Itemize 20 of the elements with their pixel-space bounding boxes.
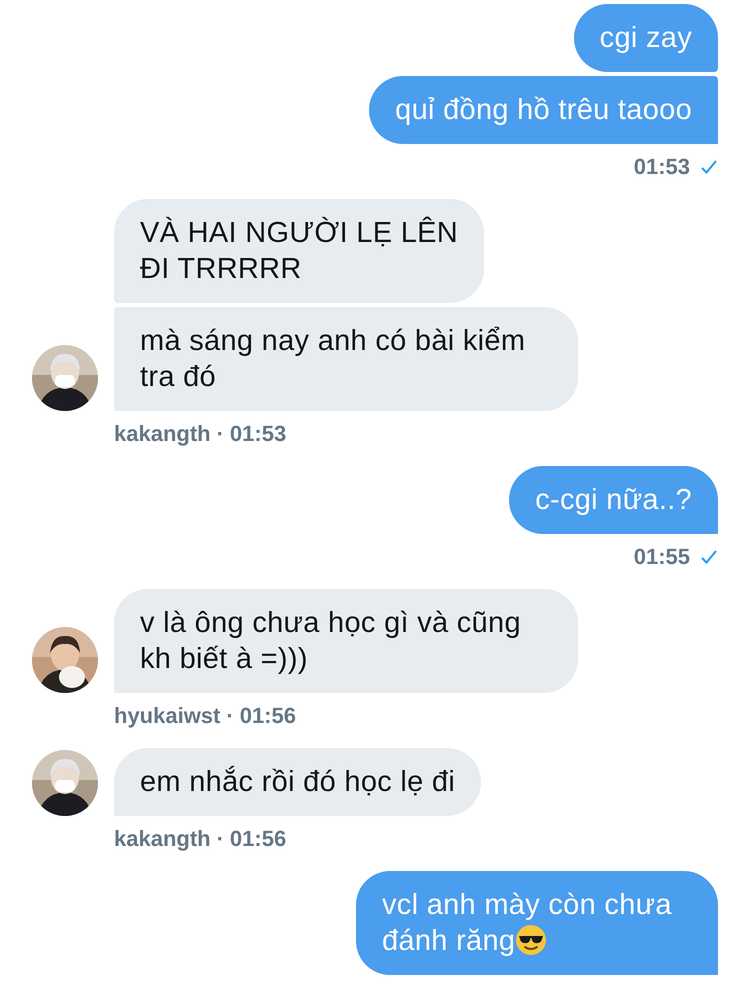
- sender-name: hyukaiwst: [114, 704, 220, 728]
- message-bubble: VÀ HAI NGƯỜI LẸ LÊN ĐI TRRRRR: [114, 199, 484, 303]
- sender-name: kakangth: [114, 827, 211, 851]
- message-bubble: c-cgi nữa..?: [509, 466, 718, 534]
- message-bubble: em nhắc rồi đó học lẹ đi: [114, 748, 482, 816]
- message-bubble: quỉ đồng hồ trêu taooo: [369, 76, 718, 144]
- timestamp: 01:56: [230, 827, 286, 851]
- separator-dot: ·: [226, 704, 234, 728]
- separator-dot: ·: [216, 422, 224, 446]
- message-bubble: mà sáng nay anh có bài kiểm tra đó: [114, 307, 578, 411]
- sunglasses-face-icon: [515, 924, 548, 956]
- message-bubble: v là ông chưa học gì và cũng kh biết à =))): [114, 589, 578, 693]
- message-bubble: cgi zay: [574, 4, 718, 72]
- message-bubble: vcl anh mày còn chưa đánh răng: [356, 871, 718, 975]
- separator-dot: ·: [216, 827, 224, 851]
- timestamp: 01:53: [634, 155, 690, 179]
- timestamp: 01:56: [240, 704, 296, 728]
- timestamp: 01:55: [634, 545, 690, 569]
- sender-name: kakangth: [114, 422, 211, 446]
- timestamp: 01:53: [230, 422, 286, 446]
